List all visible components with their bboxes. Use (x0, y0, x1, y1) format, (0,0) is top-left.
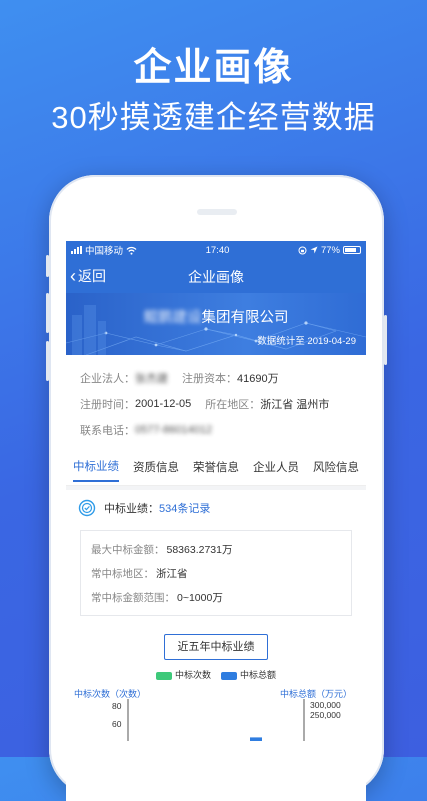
legal-label: 企业法人： (80, 373, 135, 385)
legend-swatch-amount (221, 671, 237, 680)
frequent-region-label: 常中标地区： (91, 567, 154, 580)
nav-title: 企业画像 (188, 269, 244, 285)
nav-bar: ‹ 返回 企业画像 (66, 259, 366, 293)
chart-canvas (127, 699, 305, 741)
wifi-icon (126, 246, 137, 255)
reg-time-label: 注册时间： (80, 399, 135, 411)
company-name-suffix: 集团有限公司 (201, 310, 289, 326)
company-name-redacted: 鲲鹏建设 (143, 310, 202, 326)
data-stat-date: 数据统计至 2019-04-29 (257, 336, 356, 347)
badge-check-icon (78, 499, 96, 517)
phone-mute-switch (46, 255, 49, 277)
region-value: 浙江省 温州市 (260, 399, 330, 411)
phone-volume-down (46, 341, 49, 381)
max-amount-label: 最大中标金额： (91, 543, 165, 556)
capital-label: 注册资本： (182, 373, 237, 385)
company-info: 企业法人： 张杰建 注册资本： 41690万 注册时间： 2001-12-05 … (66, 355, 366, 443)
reg-time-value: 2001-12-05 (135, 398, 192, 410)
company-name: 鲲鹏建设集团有限公司 (66, 306, 366, 327)
frequent-region-value: 浙江省 (156, 567, 188, 580)
bid-chart: 中标次数（次数） 中标总额（万元） 80 60 300,000 250,000 (66, 681, 366, 741)
phone-frame: 中国移动 17:40 77% ‹ 返回 企业画像 鲲鹏建设集团有限公司 数据统计… (46, 175, 387, 801)
tab-bar: 中标业绩 资质信息 荣誉信息 企业人员 风险信息 (66, 449, 366, 486)
max-amount-value: 58363.2731万 (166, 543, 233, 556)
phone-volume-up (46, 293, 49, 333)
clock-label: 17:40 (205, 244, 230, 256)
phone-power-button (384, 315, 387, 365)
capital-value: 41690万 (237, 373, 279, 385)
lock-rotation-icon (298, 246, 307, 254)
company-banner: 鲲鹏建设集团有限公司 数据统计至 2019-04-29 (66, 293, 366, 355)
bar-amount[interactable] (250, 737, 262, 741)
amount-range-label: 常中标金额范围： (91, 591, 175, 604)
region-label: 所在地区： (205, 399, 261, 411)
tab-qualifications[interactable]: 资质信息 (133, 453, 179, 481)
bid-summary-card: 最大中标金额： 58363.2731万 常中标地区： 浙江省 常中标金额范围： … (80, 530, 352, 616)
location-icon (310, 246, 318, 254)
tab-risk[interactable]: 风险信息 (313, 453, 359, 481)
tab-bid-performance[interactable]: 中标业绩 (73, 452, 119, 482)
chart-legend: 中标次数 中标总额 (66, 668, 366, 681)
bid-performance-header: 中标业绩：534条记录 (66, 490, 366, 526)
legend-label-amount: 中标总额 (240, 670, 277, 680)
tab-honors[interactable]: 荣誉信息 (193, 453, 239, 481)
promo-title: 企业画像 (133, 47, 294, 89)
tab-personnel[interactable]: 企业人员 (253, 453, 299, 481)
battery-percent: 77% (320, 244, 340, 256)
app-screen: 中国移动 17:40 77% ‹ 返回 企业画像 鲲鹏建设集团有限公司 数据统计… (66, 241, 366, 801)
amount-range-value: 0~1000万 (177, 591, 223, 604)
status-bar: 中国移动 17:40 77% (66, 241, 366, 259)
five-year-performance-button[interactable]: 近五年中标业绩 (164, 634, 268, 660)
legend-swatch-count (155, 671, 172, 680)
phone-speaker (197, 209, 237, 215)
bid-performance-label: 中标业绩： (104, 503, 159, 515)
phone-value[interactable]: 0577-86014012 (135, 424, 212, 436)
promo-subtitle: 30秒摸透建企经营数据 (51, 100, 376, 135)
legend-item-amount[interactable]: 中标总额 (221, 668, 276, 681)
carrier-label: 中国移动 (85, 246, 124, 257)
legend-label-count: 中标次数 (174, 670, 211, 680)
bid-record-count[interactable]: 534条记录 (159, 503, 210, 515)
battery-icon (343, 246, 361, 254)
legend-item-count[interactable]: 中标次数 (155, 668, 211, 681)
legal-value: 张杰建 (135, 373, 168, 385)
phone-label: 联系电话： (80, 425, 135, 437)
signal-icon (71, 246, 82, 254)
